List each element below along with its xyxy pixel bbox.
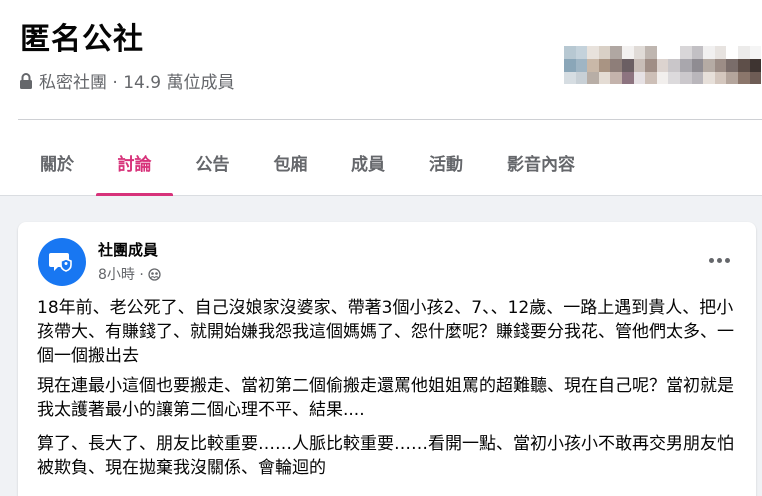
post-meta: 8小時 · — [98, 264, 161, 284]
group-title[interactable]: 匿名公社 — [20, 14, 144, 58]
tab-events[interactable]: 活動 — [407, 128, 485, 196]
more-dot-icon — [724, 257, 730, 263]
post-paragraph: 現在連最小這個也要搬走、當初第二個偷搬走還罵他姐姐罵的超難聽、現在自己呢？當初就… — [37, 376, 734, 420]
post-card: 社團成員 8小時 · 18年前、老公死了、自己沒娘家沒婆家、帶著3個小孩2、7、… — [18, 222, 756, 496]
tab-media[interactable]: 影音內容 — [485, 128, 597, 196]
more-options-button[interactable] — [704, 250, 734, 270]
anonymous-member-icon — [49, 253, 72, 272]
group-header: 匿名公社 私密社團 · 14.9 萬位成員 關於 討論 公告 包廂 成員 活動 … — [0, 0, 762, 196]
tab-about[interactable]: 關於 — [18, 128, 96, 196]
post-author[interactable]: 社團成員 — [98, 239, 158, 260]
more-dot-icon — [708, 257, 714, 263]
tab-members[interactable]: 成員 — [329, 128, 407, 196]
group-privacy-info: 私密社團 · 14.9 萬位成員 — [19, 68, 234, 93]
group-audience-icon[interactable] — [148, 267, 161, 281]
post-paragraph: 算了、長大了、朋友比較重要……人脈比較重要……看開一點、當初小孩小不敢再交男朋友… — [37, 434, 734, 478]
group-tabs: 關於 討論 公告 包廂 成員 活動 影音內容 — [18, 128, 597, 196]
tab-rooms[interactable]: 包廂 — [252, 128, 329, 196]
header-divider — [18, 119, 762, 120]
post-time[interactable]: 8小時 · — [98, 264, 144, 284]
member-avatars-blurred[interactable] — [564, 46, 762, 85]
anonymous-member-avatar[interactable] — [38, 238, 86, 286]
tab-announcements[interactable]: 公告 — [173, 128, 252, 196]
privacy-label[interactable]: 私密社團 · 14.9 萬位成員 — [39, 68, 234, 93]
tab-discussion[interactable]: 討論 — [96, 128, 173, 196]
lock-icon — [20, 72, 32, 89]
more-dot-icon — [716, 257, 722, 263]
post-paragraph: 18年前、老公死了、自己沒娘家沒婆家、帶著3個小孩2、7、、12歲、一路上遇到貴… — [37, 298, 734, 366]
